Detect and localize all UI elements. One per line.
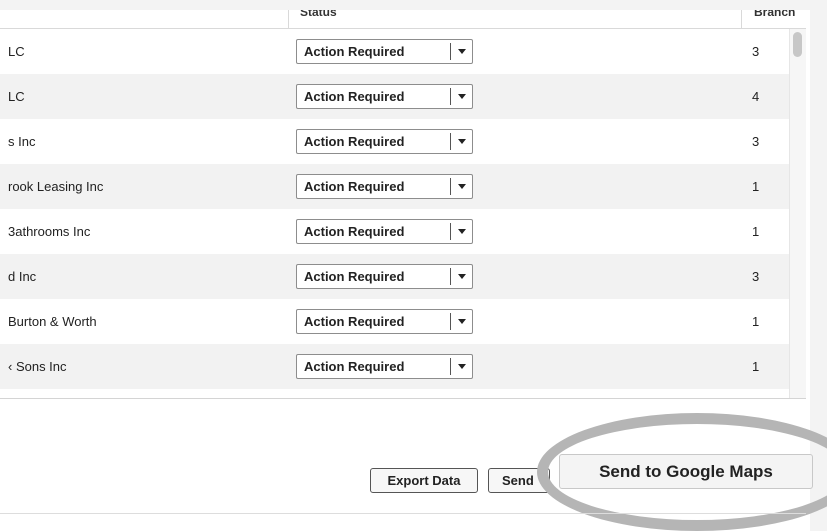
status-dropdown[interactable]: Action Required: [296, 309, 473, 334]
top-strip: [0, 0, 827, 10]
branch-count: 3: [752, 269, 760, 284]
branch-count: 4: [752, 89, 760, 104]
table-row[interactable]: Burton & Worth Action Required 1: [0, 299, 789, 344]
column-header-branches[interactable]: Branch: [754, 10, 795, 19]
status-value: Action Required: [304, 89, 405, 104]
status-dropdown[interactable]: Action Required: [296, 174, 473, 199]
branch-count: 1: [752, 224, 760, 239]
branch-count: 1: [752, 179, 760, 194]
table-row[interactable]: rook Leasing Inc Action Required 1: [0, 164, 789, 209]
dropdown-separator: [450, 178, 451, 195]
dropdown-separator: [450, 268, 451, 285]
branch-count: 1: [752, 359, 760, 374]
status-value: Action Required: [304, 269, 405, 284]
chevron-down-icon[interactable]: [458, 184, 466, 189]
status-value: Action Required: [304, 179, 405, 194]
table-row[interactable]: 3athrooms Inc Action Required 1: [0, 209, 789, 254]
company-name: LC: [8, 44, 25, 59]
status-value: Action Required: [304, 224, 405, 239]
dropdown-separator: [450, 88, 451, 105]
table-row[interactable]: ‹ Sons Inc Action Required 1: [0, 344, 789, 389]
company-name: ‹ Sons Inc: [8, 359, 67, 374]
dropdown-separator: [450, 358, 451, 375]
chevron-down-icon[interactable]: [458, 139, 466, 144]
status-dropdown[interactable]: Action Required: [296, 219, 473, 244]
status-dropdown[interactable]: Action Required: [296, 129, 473, 154]
status-dropdown[interactable]: Action Required: [296, 84, 473, 109]
header-separator: [741, 10, 742, 28]
branch-count: 3: [752, 44, 760, 59]
status-dropdown[interactable]: Action Required: [296, 264, 473, 289]
chevron-down-icon[interactable]: [458, 364, 466, 369]
status-value: Action Required: [304, 359, 405, 374]
status-value: Action Required: [304, 314, 405, 329]
company-name: d Inc: [8, 269, 37, 284]
table-row[interactable]: s Inc Action Required 3: [0, 119, 789, 164]
scrollbar-thumb[interactable]: [793, 32, 802, 57]
table-row[interactable]: d Inc Action Required 3: [0, 254, 789, 299]
chevron-down-icon[interactable]: [458, 319, 466, 324]
dropdown-separator: [450, 313, 451, 330]
company-name: s Inc: [8, 134, 36, 149]
table-header: Status Branch: [0, 10, 806, 29]
results-table: Status Branch LC Action Required 3 LC Ac…: [0, 10, 806, 398]
company-name: LC: [8, 89, 25, 104]
table-row[interactable]: LC Action Required 4: [0, 74, 789, 119]
column-header-status[interactable]: Status: [300, 10, 337, 19]
header-separator: [288, 10, 289, 28]
table-row[interactable]: LC Action Required 3: [0, 29, 789, 74]
company-name: rook Leasing Inc: [8, 179, 104, 194]
chevron-down-icon[interactable]: [458, 94, 466, 99]
company-name: 3athrooms Inc: [8, 224, 91, 239]
status-value: Action Required: [304, 44, 405, 59]
status-value: Action Required: [304, 134, 405, 149]
dropdown-separator: [450, 223, 451, 240]
status-dropdown[interactable]: Action Required: [296, 39, 473, 64]
chevron-down-icon[interactable]: [458, 274, 466, 279]
branch-count: 3: [752, 134, 760, 149]
branch-count: 1: [752, 314, 760, 329]
export-data-button[interactable]: Export Data: [370, 468, 478, 493]
chevron-down-icon[interactable]: [458, 49, 466, 54]
table-divider: [0, 398, 806, 399]
dropdown-separator: [450, 43, 451, 60]
dropdown-separator: [450, 133, 451, 150]
status-dropdown[interactable]: Action Required: [296, 354, 473, 379]
table-scrollbar[interactable]: [789, 29, 806, 398]
company-name: Burton & Worth: [8, 314, 97, 329]
chevron-down-icon[interactable]: [458, 229, 466, 234]
footer-divider: [0, 513, 806, 514]
